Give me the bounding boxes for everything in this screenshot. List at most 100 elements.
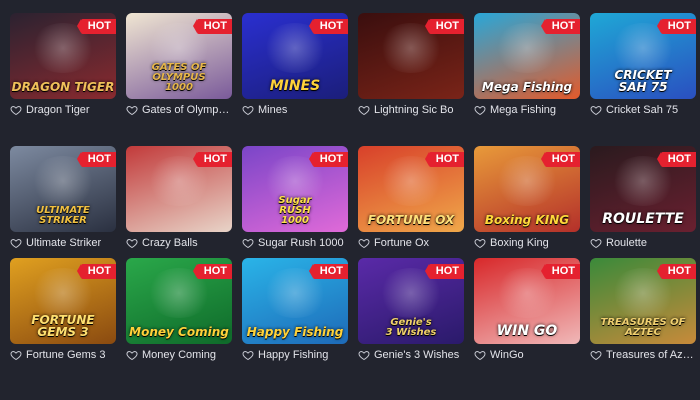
heart-icon[interactable] [126,237,138,249]
game-label: Mega Fishing [474,103,580,117]
game-card[interactable]: Genie's 3 Wishes HOT Genie's 3 Wishes [358,258,464,362]
game-artwork-title: Boxing KING [484,213,570,227]
game-name[interactable]: Gates of Olympus 1000 [142,104,232,116]
game-card[interactable]: GATES OF OLYMPUS 1000 HOT Gates of Olympus… [126,13,232,117]
game-name[interactable]: Cricket Sah 75 [606,104,678,116]
game-card[interactable]: Mega Fishing HOT Mega Fishing [474,13,580,117]
game-name[interactable]: Lightning Sic Bo [374,104,454,116]
game-artwork-title: TREASURES OF AZTEC [600,317,686,338]
game-thumbnail[interactable]: HOT [358,13,464,99]
game-name[interactable]: Treasures of Aztec [606,349,696,361]
game-name[interactable]: WinGo [490,349,524,361]
game-artwork-title: GATES OF OLYMPUS 1000 [151,62,207,93]
game-name[interactable]: Money Coming [142,349,216,361]
game-thumbnail[interactable]: DRAGON TIGER HOT [10,13,116,99]
game-thumbnail[interactable]: GATES OF OLYMPUS 1000 HOT [126,13,232,99]
game-artwork-title: Happy Fishing [246,325,344,339]
game-thumbnail[interactable]: Sugar RUSH 1000 HOT [242,146,348,232]
game-thumbnail[interactable]: FORTUNE GEMS 3 HOT [10,258,116,344]
game-card[interactable]: HOT Crazy Balls [126,146,232,250]
game-label: Gates of Olympus 1000 [126,103,232,117]
game-artwork-title: Money Coming [129,325,229,339]
game-name[interactable]: Sugar Rush 1000 [258,237,344,249]
game-name[interactable]: Boxing King [490,237,549,249]
hot-badge: HOT [192,19,232,34]
game-thumbnail[interactable]: WIN GO HOT [474,258,580,344]
game-thumbnail[interactable]: TREASURES OF AZTEC HOT [590,258,696,344]
game-card[interactable]: HOT Lightning Sic Bo [358,13,464,117]
heart-icon[interactable] [10,104,22,116]
game-label: Treasures of Aztec [590,348,696,362]
game-card[interactable]: CRICKET SAH 75 HOT Cricket Sah 75 [590,13,696,117]
heart-icon[interactable] [10,349,22,361]
game-card[interactable]: ROULETTE HOT Roulette [590,146,696,250]
heart-icon[interactable] [242,237,254,249]
game-thumbnail[interactable]: Genie's 3 Wishes HOT [358,258,464,344]
game-artwork-title: MINES [269,78,321,94]
game-name[interactable]: Fortune Ox [374,237,429,249]
game-name[interactable]: Genie's 3 Wishes [374,349,459,361]
game-card[interactable]: DRAGON TIGER HOT Dragon Tiger [10,13,116,117]
heart-icon[interactable] [126,104,138,116]
heart-icon[interactable] [590,237,602,249]
heart-icon[interactable] [474,349,486,361]
game-card[interactable]: Boxing KING HOT Boxing King [474,146,580,250]
hot-badge: HOT [540,19,580,34]
game-artwork-title: Genie's 3 Wishes [385,317,437,338]
game-thumbnail[interactable]: Money Coming HOT [126,258,232,344]
heart-icon[interactable] [126,349,138,361]
game-card[interactable]: FORTUNE GEMS 3 HOT Fortune Gems 3 [10,258,116,362]
hot-badge: HOT [540,264,580,279]
game-thumbnail[interactable]: MINES HOT [242,13,348,99]
hot-badge: HOT [540,152,580,167]
hot-badge: HOT [424,19,464,34]
hot-badge: HOT [424,152,464,167]
game-card[interactable]: Happy Fishing HOT Happy Fishing [242,258,348,362]
game-card[interactable]: TREASURES OF AZTEC HOT Treasures of Aztec [590,258,696,362]
game-thumbnail[interactable]: ULTIMATE STRIKER HOT [10,146,116,232]
game-card[interactable]: FORTUNE OX HOT Fortune Ox [358,146,464,250]
game-card[interactable]: WIN GO HOT WinGo [474,258,580,362]
game-artwork-title: FORTUNE GEMS 3 [31,313,95,339]
hot-badge: HOT [76,264,116,279]
game-thumbnail[interactable]: ROULETTE HOT [590,146,696,232]
game-thumbnail[interactable]: HOT [126,146,232,232]
heart-icon[interactable] [358,104,370,116]
heart-icon[interactable] [590,349,602,361]
game-name[interactable]: Dragon Tiger [26,104,90,116]
hot-badge: HOT [192,152,232,167]
game-artwork-title: Mega Fishing [481,80,573,94]
game-card[interactable]: Money Coming HOT Money Coming [126,258,232,362]
hot-badge: HOT [656,152,696,167]
game-label: Sugar Rush 1000 [242,236,348,250]
game-card[interactable]: MINES HOT Mines [242,13,348,117]
heart-icon[interactable] [10,237,22,249]
game-name[interactable]: Crazy Balls [142,237,198,249]
game-label: Crazy Balls [126,236,232,250]
game-name[interactable]: Mines [258,104,287,116]
game-name[interactable]: Fortune Gems 3 [26,349,105,361]
game-thumbnail[interactable]: FORTUNE OX HOT [358,146,464,232]
game-thumbnail[interactable]: CRICKET SAH 75 HOT [590,13,696,99]
game-artwork-title: CRICKET SAH 75 [614,68,672,94]
game-name[interactable]: Mega Fishing [490,104,556,116]
game-thumbnail[interactable]: Mega Fishing HOT [474,13,580,99]
game-label: Cricket Sah 75 [590,103,696,117]
heart-icon[interactable] [242,349,254,361]
heart-icon[interactable] [242,104,254,116]
heart-icon[interactable] [474,237,486,249]
game-name[interactable]: Ultimate Striker [26,237,101,249]
game-artwork-title: ULTIMATE STRIKER [36,205,90,226]
game-name[interactable]: Happy Fishing [258,349,328,361]
heart-icon[interactable] [474,104,486,116]
hot-badge: HOT [308,19,348,34]
game-name[interactable]: Roulette [606,237,647,249]
game-thumbnail[interactable]: Happy Fishing HOT [242,258,348,344]
game-card[interactable]: ULTIMATE STRIKER HOT Ultimate Striker [10,146,116,250]
heart-icon[interactable] [358,349,370,361]
heart-icon[interactable] [590,104,602,116]
game-thumbnail[interactable]: Boxing KING HOT [474,146,580,232]
game-card[interactable]: Sugar RUSH 1000 HOT Sugar Rush 1000 [242,146,348,250]
heart-icon[interactable] [358,237,370,249]
game-artwork-title: Sugar RUSH 1000 [278,195,312,226]
